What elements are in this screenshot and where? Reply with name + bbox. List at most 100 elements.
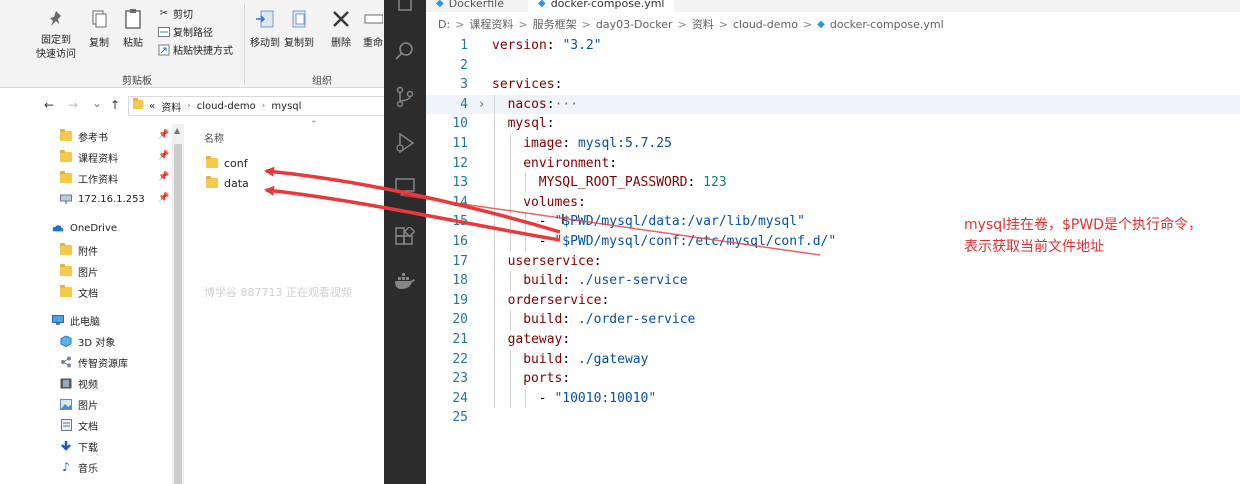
code-line[interactable]: 22 build: ./gateway xyxy=(426,349,1240,370)
nav-item-onedrive-2[interactable]: 文档 xyxy=(60,282,98,302)
line-number: 2 xyxy=(460,57,468,73)
breadcrumb-item[interactable]: cloud-demo xyxy=(197,101,256,112)
code-line[interactable]: 21 gateway: xyxy=(426,330,1240,350)
nav-item-pc-3[interactable]: 图片 xyxy=(60,394,98,414)
scissors-icon: ✂ xyxy=(159,8,169,19)
indent-guide xyxy=(525,212,527,232)
column-header-name[interactable]: 名称 xyxy=(204,130,224,145)
indent-guide xyxy=(509,349,511,370)
copy-path-button[interactable]: 复制路径 xyxy=(158,24,213,39)
code-line[interactable]: 1 version: "3.2" xyxy=(426,36,1240,56)
breadcrumb-item[interactable]: cloud-demo xyxy=(733,18,798,31)
breadcrumb-item[interactable]: 服务框架 xyxy=(533,16,577,32)
breadcrumb-item[interactable]: docker-compose.yml xyxy=(830,18,944,31)
source-control-icon[interactable] xyxy=(394,86,416,108)
code-line[interactable]: 14 volumes: xyxy=(426,192,1240,213)
nav-item-label: 3D 对象 xyxy=(78,337,116,349)
copy-to-button[interactable]: 复制到 xyxy=(284,8,314,49)
address-breadcrumb[interactable]: « 资料 › cloud-demo › mysql xyxy=(128,96,384,116)
nav-item-pc-6[interactable]: ♪ 音乐 xyxy=(60,457,98,477)
yaml-key: - xyxy=(538,234,555,249)
nav-item-onedrive-0[interactable]: 附件 xyxy=(60,240,98,260)
code-line[interactable]: 24 - "10010:10010" xyxy=(426,388,1240,409)
move-to-button[interactable]: 移动到 xyxy=(250,8,280,49)
code-line[interactable]: 10 mysql: xyxy=(426,114,1240,134)
docker-whale-icon[interactable] xyxy=(394,270,416,292)
rename-button[interactable]: 重命 xyxy=(362,8,384,49)
code-line[interactable]: 2 xyxy=(426,56,1240,76)
code-line[interactable]: 18 build: ./user-service xyxy=(426,271,1240,291)
paste-label: 粘贴 xyxy=(123,38,143,49)
copy-button[interactable]: 复制 xyxy=(88,8,110,49)
line-number: 10 xyxy=(452,116,468,132)
cut-button[interactable]: ✂ 剪切 xyxy=(158,6,193,21)
explorer-files-icon[interactable] xyxy=(394,0,416,16)
indent-guide xyxy=(494,349,495,370)
breadcrumb-item[interactable]: 课程资料 xyxy=(469,16,513,32)
forward-arrow-icon[interactable]: → xyxy=(68,98,78,112)
code-line[interactable]: 4 › nacos:··· xyxy=(426,94,1240,115)
breadcrumb-item[interactable]: 资料 xyxy=(161,99,181,114)
nav-item-label: OneDrive xyxy=(70,222,118,234)
breadcrumb-item[interactable]: 资料 xyxy=(692,16,714,32)
code-editor[interactable]: 1 version: "3.2" 2 3 services: 4 › nacos:··· 10 m… xyxy=(426,36,1240,484)
indent-guide xyxy=(525,388,527,409)
nav-item-pc-0[interactable]: 3D 对象 xyxy=(60,331,115,351)
breadcrumb-item[interactable]: D: xyxy=(438,18,450,31)
paste-shortcut-button[interactable]: 粘贴快捷方式 xyxy=(158,42,233,57)
copy-icon xyxy=(88,8,110,30)
tab-docker-compose[interactable]: ◆ docker-compose.yml xyxy=(528,0,675,12)
folder-icon xyxy=(206,176,218,188)
scroll-up-chevron-icon[interactable]: ▲ xyxy=(174,126,180,135)
nav-item-quick-access-3[interactable]: 172.16.1.253 xyxy=(60,189,145,209)
indent-guide xyxy=(509,232,511,252)
yaml-value: "$PWD/mysql/conf:/etc/mysql/conf.d/" xyxy=(554,234,837,249)
nav-item-pc-4[interactable]: 文档 xyxy=(60,415,98,435)
nav-item-this-pc[interactable]: 此电脑 xyxy=(52,310,100,330)
code-line[interactable]: 23 ports: xyxy=(426,369,1240,389)
nav-pane-scrollbar[interactable]: ▲ xyxy=(172,124,184,484)
yaml-key: image xyxy=(523,136,563,151)
nav-item-quick-access-0[interactable]: 参考书 xyxy=(60,126,108,146)
code-line[interactable]: 13 MYSQL_ROOT_PASSWORD: 123 xyxy=(426,173,1240,193)
code-line[interactable]: 12 environment: xyxy=(426,153,1240,174)
nav-item-pc-2[interactable]: 视频 xyxy=(60,373,98,393)
code-line[interactable]: 11 image: mysql:5.7.25 xyxy=(426,134,1240,154)
nav-item-pc-5[interactable]: 下载 xyxy=(60,436,98,456)
remote-explorer-icon[interactable] xyxy=(394,176,416,198)
nav-item-onedrive[interactable]: OneDrive xyxy=(52,218,117,238)
file-row-data[interactable]: data xyxy=(206,174,249,192)
yaml-file-icon: ◆ xyxy=(817,18,825,30)
recent-locations-chevron-icon[interactable]: ⌄ xyxy=(92,96,102,110)
yaml-key: MYSQL_ROOT_PASSWORD xyxy=(538,175,688,191)
yaml-colon: : xyxy=(546,116,555,132)
code-line[interactable]: 20 build: ./order-service xyxy=(426,310,1240,330)
pin-to-quick-access-button[interactable]: 固定到 快速访问 xyxy=(36,8,76,62)
nav-item-quick-access-2[interactable]: 工作资料 xyxy=(60,168,118,188)
tab-dockerfile[interactable]: ◆ Dockerfile xyxy=(426,0,514,12)
pin-label: 固定到 快速访问 xyxy=(36,35,76,60)
nav-item-pc-1[interactable]: 传智资源库 xyxy=(60,352,128,372)
code-line[interactable]: 3 services: xyxy=(426,75,1240,95)
breadcrumb-overflow[interactable]: « xyxy=(149,101,155,112)
pinned-icon: 📌 xyxy=(158,130,170,140)
search-icon[interactable] xyxy=(394,40,416,62)
code-line[interactable]: 19 orderservice: xyxy=(426,290,1240,311)
delete-button[interactable]: 删除 xyxy=(330,8,352,49)
breadcrumb-item[interactable]: mysql xyxy=(271,101,301,112)
up-arrow-icon[interactable]: ↑ xyxy=(110,98,120,112)
file-row-conf[interactable]: conf xyxy=(206,154,248,172)
nav-item-quick-access-1[interactable]: 课程资料 xyxy=(60,147,118,167)
paste-button[interactable]: 粘贴 xyxy=(122,8,144,49)
indent-guide xyxy=(525,173,527,193)
breadcrumb-item[interactable]: day03-Docker xyxy=(596,18,673,31)
run-debug-icon[interactable] xyxy=(394,132,416,154)
sort-chevron-icon: ⌃ xyxy=(310,120,318,130)
fold-chevron-icon[interactable]: › xyxy=(478,95,485,115)
back-arrow-icon[interactable]: ← xyxy=(44,98,54,112)
code-line[interactable]: 25 xyxy=(426,408,1240,428)
scrollbar-thumb[interactable] xyxy=(174,144,182,484)
copy-to-icon xyxy=(288,8,310,30)
extensions-icon[interactable] xyxy=(394,226,416,248)
nav-item-onedrive-1[interactable]: 图片 xyxy=(60,261,98,281)
